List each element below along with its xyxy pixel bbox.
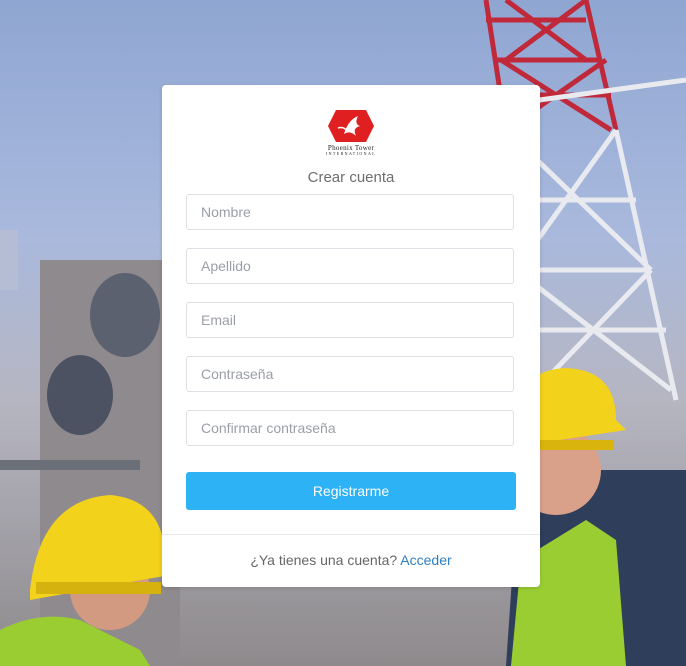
login-prompt: ¿Ya tienes una cuenta? Acceder (162, 552, 540, 568)
confirm-password-input[interactable] (186, 410, 514, 446)
register-button[interactable]: Registrarme (186, 472, 516, 510)
login-prompt-text: ¿Ya tienes una cuenta? (250, 552, 398, 568)
divider (162, 534, 540, 535)
login-link[interactable]: Acceder (400, 552, 451, 568)
signup-card: Phoenix Tower INTERNATIONAL Crear cuenta… (162, 85, 540, 587)
brand-subname: INTERNATIONAL (325, 151, 377, 156)
password-input[interactable] (186, 356, 514, 392)
first-name-input[interactable] (186, 194, 514, 230)
page-title: Crear cuenta (307, 169, 395, 186)
building-illustration (0, 230, 180, 666)
email-input[interactable] (186, 302, 514, 338)
last-name-input[interactable] (186, 248, 514, 284)
